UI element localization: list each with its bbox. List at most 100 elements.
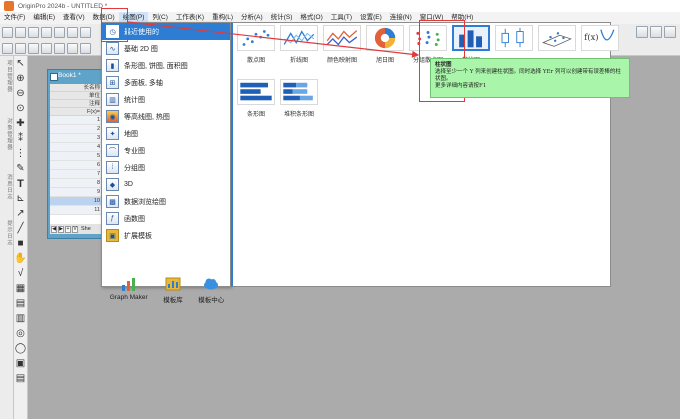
side-dock: 项目管理器 对象管理器 消息日志 提示日志 (0, 56, 14, 419)
paste-format-icon[interactable] (80, 42, 91, 54)
hand-tool-icon[interactable]: ✋ (14, 253, 26, 264)
3d-scatter-thumb-icon (538, 25, 576, 51)
plot-menu-extend-template[interactable]: ▣ 扩展模板 (102, 227, 230, 244)
plot-menu-multi-panel[interactable]: ⊞ 多面板, 多轴 (102, 74, 230, 91)
table-row[interactable]: 7 (50, 170, 102, 179)
plot-menu-label: 最近使用的 (124, 28, 159, 36)
toolbar-row-format (0, 40, 93, 56)
table-row[interactable]: 11 (50, 206, 102, 215)
copy-format-icon[interactable] (67, 42, 78, 54)
stack-icon[interactable]: ▤ (15, 373, 26, 384)
circle-tool-icon[interactable]: ◯ (15, 343, 26, 354)
thumb-colormap[interactable]: 颜色映射图 (323, 25, 361, 64)
function-tool-icon[interactable]: √ (15, 268, 26, 279)
duplicate-icon[interactable] (54, 42, 65, 54)
new-graph-icon[interactable] (41, 26, 52, 38)
graph-maker-icon (121, 278, 135, 291)
line-tool-icon[interactable]: ╱ (15, 223, 26, 234)
rectangle-tool-icon[interactable]: ■ (15, 238, 26, 249)
thumb-sunburst[interactable]: 旭日图 (366, 25, 404, 64)
new-function-icon[interactable] (67, 26, 78, 38)
scale-icon[interactable]: ⊙ (15, 103, 26, 114)
arrow-tool-icon[interactable]: ↗ (15, 208, 26, 219)
link-icon[interactable]: ◎ (15, 328, 26, 339)
plot-menu-map[interactable]: ✦ 地图 (102, 125, 230, 142)
new-workbook-icon[interactable] (28, 26, 39, 38)
template-library-button[interactable]: 模板库 (163, 276, 183, 304)
menu-file[interactable]: 文件(F) (0, 12, 29, 24)
thumb-line[interactable]: 折线图 (280, 25, 318, 64)
plot-menu-specialized[interactable]: ⌒ 专业图 (102, 142, 230, 159)
plot-menu-basic-2d[interactable]: ∿ 基础 2D 图 (102, 40, 230, 57)
colormap-thumb-icon (323, 25, 361, 51)
table-row[interactable]: 8 (50, 179, 102, 188)
thumb-bar[interactable]: 条形图 (237, 79, 275, 118)
import-icon[interactable] (2, 42, 13, 54)
header-row: 单位 (50, 92, 102, 100)
table-row-selected[interactable]: 10 (50, 197, 102, 206)
plot-menu-function[interactable]: ƒ 函数图 (102, 210, 230, 227)
thumb-scatter[interactable]: 散点图 (237, 25, 275, 64)
header-label: F(x)= (50, 108, 102, 115)
sheet-tab[interactable]: She (79, 226, 91, 232)
add-sheet-button[interactable]: + (65, 225, 71, 233)
print-icon[interactable] (28, 42, 39, 54)
workbook-window[interactable]: Book1 * 长名称 单位 注释 F(x)= 1 2 3 4 5 6 7 8 … (47, 69, 103, 239)
new-folder-icon[interactable] (15, 26, 26, 38)
open-icon[interactable] (80, 26, 91, 38)
table-row[interactable]: 6 (50, 161, 102, 170)
hint-log-tab[interactable]: 提示日志 (1, 220, 13, 246)
filter-icon[interactable] (636, 26, 648, 38)
new-matrix-icon[interactable] (54, 26, 65, 38)
text-tool-icon[interactable]: T (15, 178, 26, 190)
plot-menu-bar-pie-area[interactable]: ▮ 条形图, 饼图, 面积图 (102, 57, 230, 74)
table-row[interactable]: 5 (50, 152, 102, 161)
plot-menu-data-explore[interactable]: ▩ 数据浏览绘图 (102, 193, 230, 210)
merge-icon[interactable]: ▥ (15, 313, 26, 324)
sheet-prev-button[interactable]: ◀ (51, 225, 57, 233)
data-reader-icon[interactable]: ⁑ (15, 133, 26, 144)
annotation-icon[interactable]: ⊾ (15, 193, 26, 204)
template-center-button[interactable]: 模板中心 (198, 276, 224, 304)
moon-icon[interactable] (650, 26, 662, 38)
screen-reader-icon[interactable]: ✚ (15, 118, 26, 129)
thumb-stacked-bar[interactable]: 堆积条形图 (280, 79, 318, 118)
sheet-next-button[interactable]: ▶ (58, 225, 64, 233)
plot-menu-label: 等高线图, 热图 (124, 113, 170, 121)
table-row[interactable]: 9 (50, 188, 102, 197)
sunburst-thumb-icon (366, 25, 404, 51)
menu-edit[interactable]: 编辑(E) (29, 12, 59, 24)
extend-template-icon: ▣ (106, 229, 119, 242)
statistics-icon: ▥ (106, 93, 119, 106)
chevron-down-icon[interactable] (664, 26, 676, 38)
project-explorer-tab[interactable]: 项目管理器 (1, 60, 13, 93)
grid-tool-icon[interactable]: ▣ (15, 358, 26, 369)
graph-maker-label: Graph Maker (109, 294, 148, 301)
plot-menu-statistics[interactable]: ▥ 统计图 (102, 91, 230, 108)
zoom-out-icon[interactable]: ⊖ (15, 88, 26, 99)
plot-menu-grouped[interactable]: ⁞ 分组图 (102, 159, 230, 176)
data-selector-icon[interactable]: ⋮ (15, 148, 26, 159)
table-row[interactable]: 4 (50, 143, 102, 152)
zoom-in-icon[interactable]: ⊕ (15, 73, 26, 84)
save-icon[interactable] (15, 42, 26, 54)
layer-icon[interactable]: ▤ (15, 298, 26, 309)
column-chart-tooltip: 柱状图 选择至少一个 Y 列来创建柱状图。同时选择 YEr 列可以创建带有误差棒… (430, 58, 630, 98)
pointer-icon[interactable]: ↖ (15, 58, 26, 69)
refresh-icon[interactable] (41, 42, 52, 54)
plot-menu-contour[interactable]: ◉ 等高线图, 热图 (102, 108, 230, 125)
thumb-caption: 颜色映射图 (326, 58, 357, 64)
table-row[interactable]: 3 (50, 134, 102, 143)
graph-maker-button[interactable]: Graph Maker (110, 276, 148, 304)
sheet-list-button[interactable]: V (72, 225, 78, 233)
plot-setup-icon[interactable]: ▦ (15, 283, 26, 294)
worksheet-grid[interactable]: 长名称 单位 注释 F(x)= 1 2 3 4 5 6 7 8 9 10 11 … (50, 84, 102, 234)
table-row[interactable]: 1 (50, 116, 102, 125)
object-manager-tab[interactable]: 对象管理器 (1, 118, 13, 151)
message-log-tab[interactable]: 消息日志 (1, 174, 13, 200)
table-row[interactable]: 2 (50, 125, 102, 134)
plot-menu-3d[interactable]: ◆ 3D (102, 176, 230, 193)
new-project-icon[interactable] (2, 26, 13, 38)
draw-data-icon[interactable]: ✎ (15, 163, 26, 174)
menu-view[interactable]: 查看(V) (59, 12, 89, 24)
